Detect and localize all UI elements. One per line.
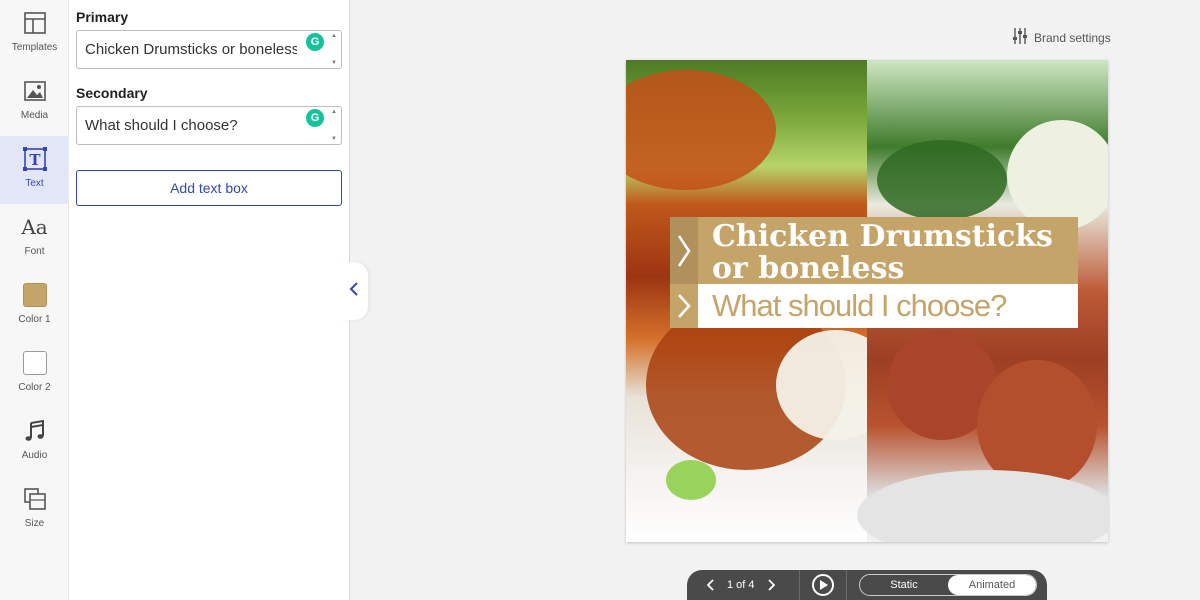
rail-item-text[interactable]: T Text <box>0 136 69 204</box>
play-icon <box>819 580 828 590</box>
rail-item-templates[interactable]: Templates <box>0 0 69 68</box>
divider <box>846 570 847 600</box>
tool-rail: Templates Media T Text Aa Font Color 1 C… <box>0 0 69 600</box>
templates-icon <box>22 10 48 36</box>
text-panel: Primary G ▲▼ Secondary G ▲▼ Add text box <box>69 0 350 600</box>
rail-item-label: Media <box>20 110 49 121</box>
rail-item-color-1[interactable]: Color 1 <box>0 272 69 340</box>
brand-settings-button[interactable]: Brand settings <box>1013 28 1111 47</box>
secondary-field: G ▲▼ <box>76 106 342 145</box>
primary-label: Primary <box>76 9 129 25</box>
brand-settings-label: Brand settings <box>1034 30 1111 45</box>
rail-item-color-2[interactable]: Color 2 <box>0 340 69 408</box>
font-icon: Aa <box>21 215 48 239</box>
text-icon: T <box>22 146 48 172</box>
rail-item-audio[interactable]: Audio <box>0 408 69 476</box>
prev-page-button[interactable] <box>707 579 715 591</box>
subtitle-banner[interactable]: What should I choose? <box>670 284 1078 328</box>
rail-item-label: Color 2 <box>18 382 51 393</box>
rail-item-label: Color 1 <box>18 314 51 325</box>
design-canvas[interactable]: Chicken Drumsticks or boneless What shou… <box>626 60 1108 542</box>
music-note-icon <box>22 418 48 444</box>
static-animated-toggle: Static Animated <box>859 574 1037 596</box>
animated-option[interactable]: Animated <box>948 575 1036 595</box>
resize-stepper[interactable]: ▲ ▼ <box>329 33 339 66</box>
playback-bar: 1 of 4 Static Animated <box>687 570 1047 600</box>
play-button[interactable] <box>812 574 834 596</box>
rail-item-font[interactable]: Aa Font <box>0 204 69 272</box>
next-page-button[interactable] <box>767 579 775 591</box>
sliders-icon <box>1013 28 1027 47</box>
rail-item-label: Templates <box>11 42 58 53</box>
chevron-right-icon <box>670 217 698 284</box>
grammarly-icon[interactable]: G <box>306 109 324 127</box>
size-icon <box>22 486 48 512</box>
secondary-input[interactable] <box>77 107 297 144</box>
secondary-label: Secondary <box>76 85 148 101</box>
media-icon <box>22 78 48 104</box>
color2-swatch <box>22 350 48 376</box>
rail-item-label: Size <box>24 518 45 529</box>
canvas-subtitle: What should I choose? <box>712 288 1007 323</box>
chevron-left-icon <box>349 281 359 301</box>
chevron-right-icon <box>670 284 698 328</box>
play-control <box>800 574 846 596</box>
rail-item-size[interactable]: Size <box>0 476 69 544</box>
rail-item-label: Font <box>24 246 45 257</box>
svg-text:T: T <box>29 151 41 169</box>
static-option[interactable]: Static <box>860 575 948 595</box>
rail-item-media[interactable]: Media <box>0 68 69 136</box>
grammarly-icon[interactable]: G <box>306 33 324 51</box>
resize-stepper[interactable]: ▲ ▼ <box>329 109 339 142</box>
canvas-title: Chicken Drumsticks or boneless <box>712 219 1053 286</box>
collapse-panel-button[interactable] <box>340 262 368 320</box>
primary-field: G ▲▼ <box>76 30 342 69</box>
rail-item-label: Audio <box>21 450 48 461</box>
add-text-box-button[interactable]: Add text box <box>76 170 342 206</box>
title-banner[interactable]: Chicken Drumsticks or boneless <box>670 217 1078 286</box>
page-indicator: 1 of 4 <box>727 579 755 591</box>
page-pager: 1 of 4 <box>687 579 799 591</box>
color1-swatch <box>22 282 48 308</box>
rail-item-label: Text <box>25 178 44 189</box>
primary-input[interactable] <box>77 31 297 68</box>
